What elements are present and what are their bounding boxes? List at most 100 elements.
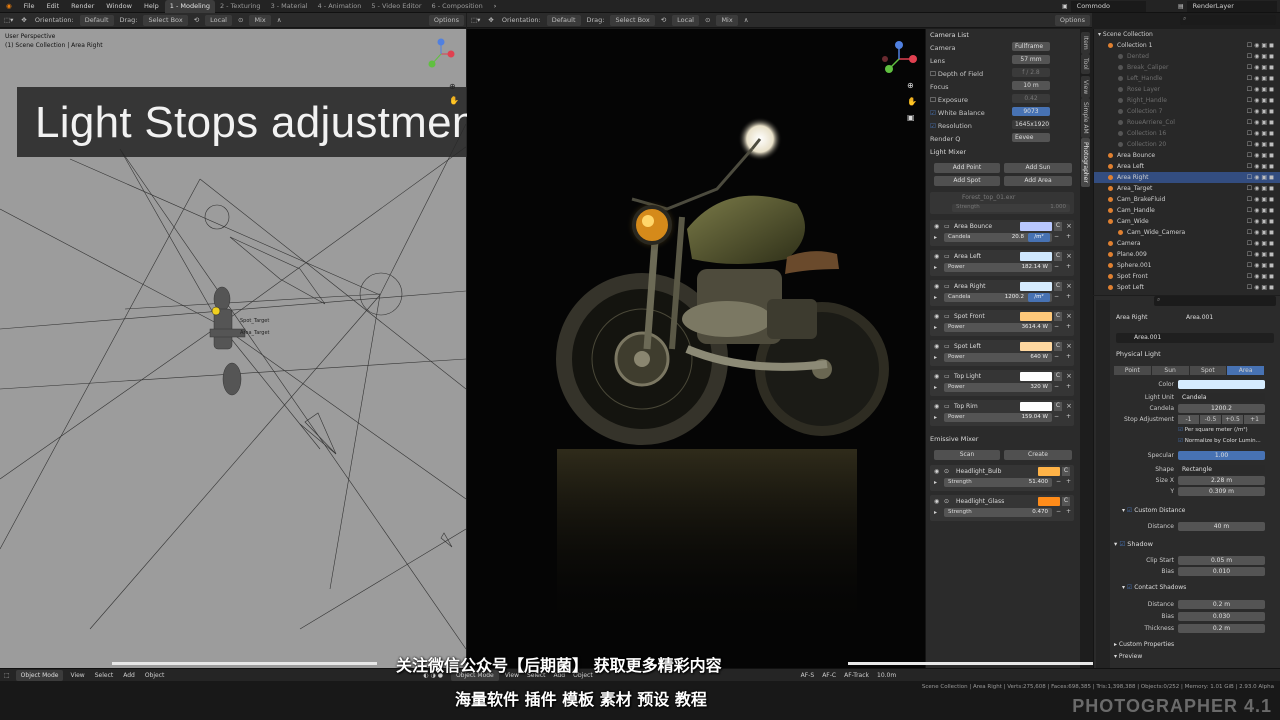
outliner-root[interactable]: ▾ Scene Collection [1094, 29, 1280, 40]
outliner-row[interactable]: Plane.009 ☐◉▣◼ [1094, 249, 1280, 260]
outliner-row[interactable]: Dented ☐◉▣◼ [1094, 51, 1280, 62]
pivot-dropdown-2[interactable]: Local [672, 14, 699, 26]
stop-minus-1-button[interactable]: -1 [1178, 415, 1199, 424]
light-strength-slider[interactable]: Candela 1200.2/m² [944, 293, 1052, 302]
outliner-search-input[interactable]: ⌕ [1180, 15, 1276, 25]
drag-dropdown-2[interactable]: Select Box [610, 14, 655, 26]
outliner-row[interactable]: Cam_Wide_Camera ☐◉▣◼ [1094, 227, 1280, 238]
bottom-menu-add[interactable]: Add [118, 672, 140, 679]
light-select-icon[interactable]: ▭ [944, 373, 950, 380]
visibility-toggle-icons[interactable]: ☐◉▣◼ [1247, 51, 1276, 62]
outliner-row[interactable]: Cam_BrakeFluid ☐◉▣◼ [1094, 194, 1280, 205]
normalize-checkbox[interactable]: ☑ Normalize by Color Lumin... [1178, 438, 1261, 444]
outliner-row[interactable]: Cam_Wide ☐◉▣◼ [1094, 216, 1280, 227]
physical-light-header[interactable]: Physical Light [1116, 350, 1161, 358]
orientation-dropdown-2[interactable]: Default [546, 14, 581, 26]
light-minus-button[interactable]: − [1054, 413, 1059, 420]
outliner-row[interactable]: Break_Caliper ☐◉▣◼ [1094, 62, 1280, 73]
bottom-editor-icon[interactable]: ⬚ [0, 672, 14, 679]
bottom-menu-view[interactable]: View [65, 672, 89, 679]
snap-dropdown-2[interactable]: Mix [716, 14, 738, 26]
clip-start-field[interactable]: 0.05 m [1178, 556, 1265, 565]
light-solo-button[interactable]: C [1054, 312, 1062, 321]
type-spot[interactable]: Spot [1189, 366, 1227, 375]
light-minus-button[interactable]: − [1054, 383, 1059, 390]
emissive-visibility-icon[interactable]: ◉ [934, 498, 939, 505]
visibility-toggle-icons[interactable]: ☐◉▣◼ [1247, 183, 1276, 194]
exposure-field[interactable]: 0.42 [1012, 94, 1050, 103]
emissive-select-icon[interactable]: ⊙ [944, 468, 949, 475]
bottom-menu-select[interactable]: Select [90, 672, 119, 679]
light-plus-button[interactable]: + [1066, 233, 1071, 240]
type-point[interactable]: Point [1114, 366, 1151, 375]
visibility-toggle-icons[interactable]: ☐◉▣◼ [1247, 271, 1276, 282]
light-color-swatch[interactable] [1020, 282, 1052, 291]
light-name[interactable]: Area Right [954, 283, 986, 290]
light-select-icon[interactable]: ▭ [944, 253, 950, 260]
emissive-color-swatch[interactable] [1038, 467, 1060, 476]
size-x-field[interactable]: 2.28 m [1178, 476, 1265, 485]
light-minus-button[interactable]: − [1054, 263, 1059, 270]
light-select-icon[interactable]: ▭ [944, 403, 950, 410]
emissive-minus-button[interactable]: − [1056, 478, 1061, 485]
shadow-bias-field[interactable]: 0.010 [1178, 567, 1265, 576]
light-select-icon[interactable]: ▭ [944, 223, 950, 230]
contact-distance-field[interactable]: 0.2 m [1178, 600, 1265, 609]
light-strength-slider[interactable]: Power 182.14 W [944, 263, 1052, 272]
bottom-menu-object[interactable]: Object [140, 672, 170, 679]
stop-plus-1-button[interactable]: +1 [1244, 415, 1265, 424]
resolution-field[interactable]: 1645x1920 [1012, 120, 1050, 129]
light-solo-button[interactable]: C [1054, 222, 1062, 231]
shape-dropdown[interactable]: Rectangle [1178, 465, 1265, 474]
mode-dropdown[interactable]: Object Mode [15, 669, 64, 681]
visibility-toggle-icons[interactable]: ☐◉▣◼ [1247, 227, 1276, 238]
visibility-toggle-icons[interactable]: ☐◉▣◼ [1247, 172, 1276, 183]
emissive-color-swatch[interactable] [1038, 497, 1060, 506]
side-tab-item[interactable]: Item [1081, 32, 1090, 54]
light-plus-button[interactable]: + [1066, 263, 1071, 270]
emissive-plus-button[interactable]: + [1066, 478, 1071, 485]
color-swatch[interactable] [1178, 380, 1265, 389]
light-solo-button[interactable]: C [1054, 372, 1062, 381]
outliner-row[interactable]: Right_Handle ☐◉▣◼ [1094, 95, 1280, 106]
thickness-field[interactable]: 0.2 m [1178, 624, 1265, 633]
scan-button[interactable]: Scan [934, 450, 1000, 460]
light-color-swatch[interactable] [1020, 342, 1052, 351]
visibility-toggle-icons[interactable]: ☐◉▣◼ [1247, 150, 1276, 161]
exposure-checkbox[interactable]: ☐ Exposure [930, 96, 968, 104]
candela-field[interactable]: 1200.2 [1178, 404, 1265, 413]
light-color-swatch[interactable] [1020, 312, 1052, 321]
side-tab-tool[interactable]: Tool [1081, 54, 1090, 74]
light-expand-icon[interactable]: ▸ [934, 294, 937, 301]
scene-selector[interactable]: ▣ Commodo [1062, 1, 1146, 12]
scene-name[interactable]: Commodo [1070, 1, 1146, 12]
blender-logo-icon[interactable]: ◉ [0, 0, 18, 13]
editor-type-icon-2[interactable]: ⬚▾ [467, 13, 484, 28]
size-y-field[interactable]: 0.309 m [1178, 487, 1265, 496]
light-visibility-icon[interactable]: ◉ [934, 373, 939, 380]
type-area[interactable]: Area [1227, 366, 1264, 375]
visibility-toggle-icons[interactable]: ☐◉▣◼ [1247, 205, 1276, 216]
focus-field[interactable]: 10 m [1012, 81, 1050, 90]
visibility-toggle-icons[interactable]: ☐◉▣◼ [1247, 62, 1276, 73]
light-solo-button[interactable]: C [1054, 282, 1062, 291]
outliner-row[interactable]: Rose Layer ☐◉▣◼ [1094, 84, 1280, 95]
add-point-button[interactable]: Add Point [934, 163, 1000, 173]
resolution-checkbox[interactable]: ☑ Resolution [930, 122, 972, 130]
left-zoom-icon[interactable]: ⊕ [449, 82, 456, 91]
light-remove-icon[interactable]: × [1066, 372, 1072, 380]
light-expand-icon[interactable]: ▸ [934, 414, 937, 421]
emissive-strength-slider[interactable]: Strength 0.470 [944, 508, 1052, 517]
light-remove-icon[interactable]: × [1066, 252, 1072, 260]
outliner-row[interactable]: Collection 20 ☐◉▣◼ [1094, 139, 1280, 150]
custom-distance-header[interactable]: ▾ ☑ Custom Distance [1122, 507, 1185, 514]
light-select-icon[interactable]: ▭ [944, 343, 950, 350]
preview-header[interactable]: ▾ Preview [1114, 653, 1142, 660]
menu-render[interactable]: Render [65, 0, 100, 13]
properties-search-input[interactable]: ⌕ [1154, 296, 1276, 306]
distance-field[interactable]: 40 m [1178, 522, 1265, 531]
white-balance-checkbox[interactable]: ☑ White Balance [930, 109, 985, 117]
world-hdri-name[interactable]: Forest_top_01.exr [962, 194, 1015, 201]
render-layer-name[interactable]: RenderLayer [1186, 1, 1277, 12]
tab-overflow-icon[interactable]: › [488, 0, 503, 13]
